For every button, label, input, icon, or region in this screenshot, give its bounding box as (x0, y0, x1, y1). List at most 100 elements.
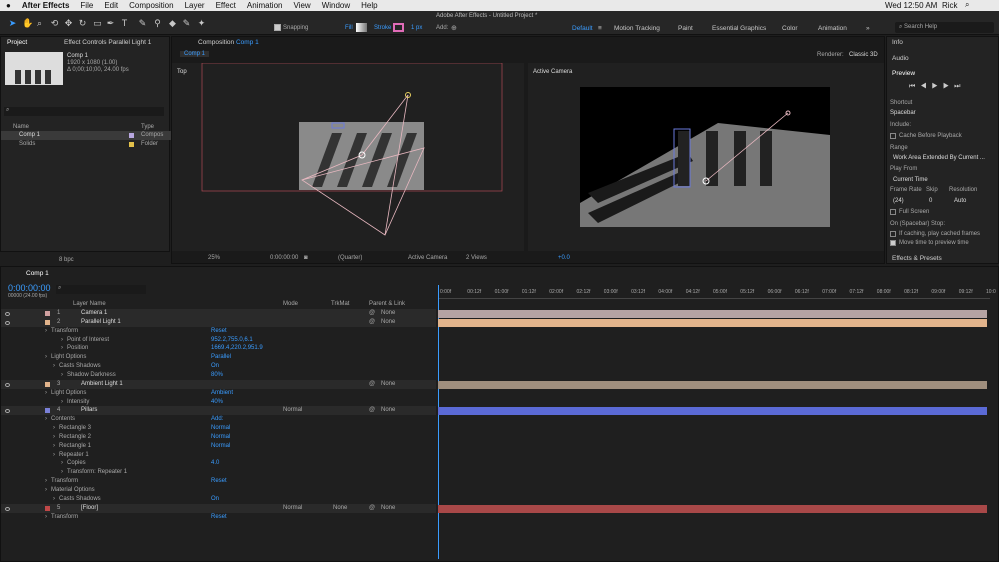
type-tool-icon[interactable]: T (120, 19, 129, 28)
bpc-label[interactable]: 8 bpc (59, 257, 74, 263)
property-value[interactable]: Normal (211, 442, 230, 451)
puppet-tool-icon[interactable]: ✦ (197, 19, 206, 28)
timeline-timecode[interactable]: 0:00:00:00 (8, 283, 51, 293)
snapping-checkbox[interactable] (274, 24, 281, 31)
mode-select[interactable]: Normal (283, 504, 302, 513)
property-row[interactable]: › Position 1669.4,220.2,951.9 (1, 344, 436, 353)
parent-select[interactable]: None (381, 406, 395, 415)
stroke-swatch[interactable] (393, 23, 404, 32)
menu-help[interactable]: Help (361, 1, 377, 10)
col-layer-name[interactable]: Layer Name (73, 301, 106, 307)
full-screen-checkbox[interactable] (890, 209, 896, 215)
property-row[interactable]: › Repeater 1 (1, 451, 436, 460)
layer-row[interactable]: 1 Camera 1 @ None (1, 309, 436, 318)
parent-icon[interactable]: @ (369, 318, 375, 327)
property-row[interactable]: › Shadow Darkness 80% (1, 371, 436, 380)
property-value[interactable]: Reset (211, 513, 227, 522)
next-frame-icon[interactable]: ▶ (943, 83, 954, 90)
shortcut-select[interactable]: Spacebar (890, 110, 976, 116)
roto-tool-icon[interactable]: ✎ (182, 19, 191, 28)
layer-name[interactable]: Pillars (81, 406, 97, 415)
property-row[interactable]: › Rectangle 3 Normal (1, 424, 436, 433)
renderer-select[interactable]: Classic 3D (849, 52, 878, 58)
menu-view[interactable]: View (293, 1, 310, 10)
mode-select[interactable]: Normal (283, 406, 302, 415)
layer-row[interactable]: 5 [Floor] Normal None @ None (1, 503, 436, 513)
cache-checkbox[interactable] (890, 133, 896, 139)
menu-effect[interactable]: Effect (216, 1, 236, 10)
property-row[interactable]: › Transform: Repeater 1 (1, 468, 436, 477)
range-select[interactable]: Work Area Extended By Current ... (893, 155, 985, 161)
tab-comp-1[interactable]: Comp 1 (180, 51, 210, 57)
play-icon[interactable]: ▶ (932, 83, 943, 90)
project-item-solids[interactable]: Solids Folder (1, 140, 171, 149)
twirl-icon[interactable]: › (45, 327, 47, 336)
menu-window[interactable]: Window (322, 1, 350, 10)
property-row[interactable]: › Transform Reset (1, 327, 436, 336)
twirl-icon[interactable]: › (61, 336, 63, 345)
rotate-tool-icon[interactable]: ↻ (78, 19, 87, 28)
skip-select[interactable]: 0 (929, 198, 932, 204)
property-row[interactable]: › Intensity 40% (1, 398, 436, 407)
apple-icon[interactable]: ● (6, 1, 11, 10)
parent-icon[interactable]: @ (369, 380, 375, 389)
top-view-viewport[interactable]: Top (172, 63, 524, 251)
menu-file[interactable]: File (80, 1, 93, 10)
property-value[interactable]: 80% (211, 371, 223, 380)
if-caching-checkbox[interactable] (890, 231, 896, 237)
property-value[interactable]: On (211, 362, 219, 371)
parent-select[interactable]: None (381, 504, 395, 513)
workspace-color[interactable]: Color (782, 25, 798, 32)
exposure-value[interactable]: +0.0 (558, 253, 570, 263)
col-mode[interactable]: Mode (283, 301, 298, 307)
twirl-icon[interactable]: › (53, 433, 55, 442)
label-color[interactable] (45, 319, 50, 325)
fill-label[interactable]: Fill (345, 25, 353, 31)
parent-select[interactable]: None (381, 318, 395, 327)
more-workspaces-icon[interactable]: » (866, 25, 870, 32)
property-value[interactable]: 952.2,755.0,6.1 (211, 336, 253, 345)
workspace-animation[interactable]: Animation (818, 25, 847, 32)
twirl-icon[interactable]: › (53, 451, 55, 460)
property-row[interactable]: › Transform Reset (1, 513, 436, 522)
layer-name[interactable]: Parallel Light 1 (81, 318, 121, 327)
selection-tool-icon[interactable]: ➤ (8, 19, 17, 28)
property-value[interactable]: Normal (211, 424, 230, 433)
add-icon[interactable]: ⊕ (451, 24, 457, 32)
property-row[interactable]: › Copies 4.0 (1, 459, 436, 468)
twirl-icon[interactable]: › (53, 362, 55, 371)
tab-project[interactable]: Project (7, 39, 27, 46)
camera-icon[interactable]: ◙ (304, 253, 308, 263)
parent-icon[interactable]: @ (369, 406, 375, 415)
help-search-input[interactable]: ⌕ Search Help (895, 22, 994, 33)
prev-frame-icon[interactable]: ◀ (920, 83, 931, 90)
property-row[interactable]: › Material Options (1, 486, 436, 495)
parent-select[interactable]: None (381, 309, 395, 318)
property-row[interactable]: › Rectangle 1 Normal (1, 442, 436, 451)
twirl-icon[interactable]: › (45, 477, 47, 486)
menu-composition[interactable]: Composition (129, 1, 173, 10)
twirl-icon[interactable]: › (61, 398, 63, 407)
rectangle-tool-icon[interactable]: ▭ (93, 19, 102, 28)
label-color[interactable] (45, 408, 50, 414)
zoom-tool-icon[interactable]: ⌕ (35, 19, 44, 28)
property-value[interactable]: Normal (211, 433, 230, 442)
property-row[interactable]: › Casts Shadows On (1, 362, 436, 371)
col-parent[interactable]: Parent & Link (369, 301, 405, 307)
twirl-icon[interactable]: › (53, 442, 55, 451)
layer-duration-bar[interactable] (438, 380, 987, 389)
orbit-tool-icon[interactable]: ⟲ (50, 19, 59, 28)
property-row[interactable]: › Contents Add: (1, 415, 436, 424)
resolution-select[interactable]: Auto (954, 198, 966, 204)
parent-icon[interactable]: @ (369, 504, 375, 513)
twirl-icon[interactable]: › (53, 424, 55, 433)
timeline-search-input[interactable]: ⌕ (56, 285, 146, 294)
visibility-eye-icon[interactable] (5, 312, 10, 316)
parent-select[interactable]: None (381, 380, 395, 389)
menu-edit[interactable]: Edit (104, 1, 118, 10)
layer-duration-bar[interactable] (438, 407, 987, 416)
move-time-checkbox[interactable] (890, 240, 896, 246)
menu-layer[interactable]: Layer (185, 1, 205, 10)
property-value[interactable]: 1669.4,220.2,951.9 (211, 344, 263, 353)
tab-timeline-comp[interactable]: Comp 1 (26, 270, 49, 277)
